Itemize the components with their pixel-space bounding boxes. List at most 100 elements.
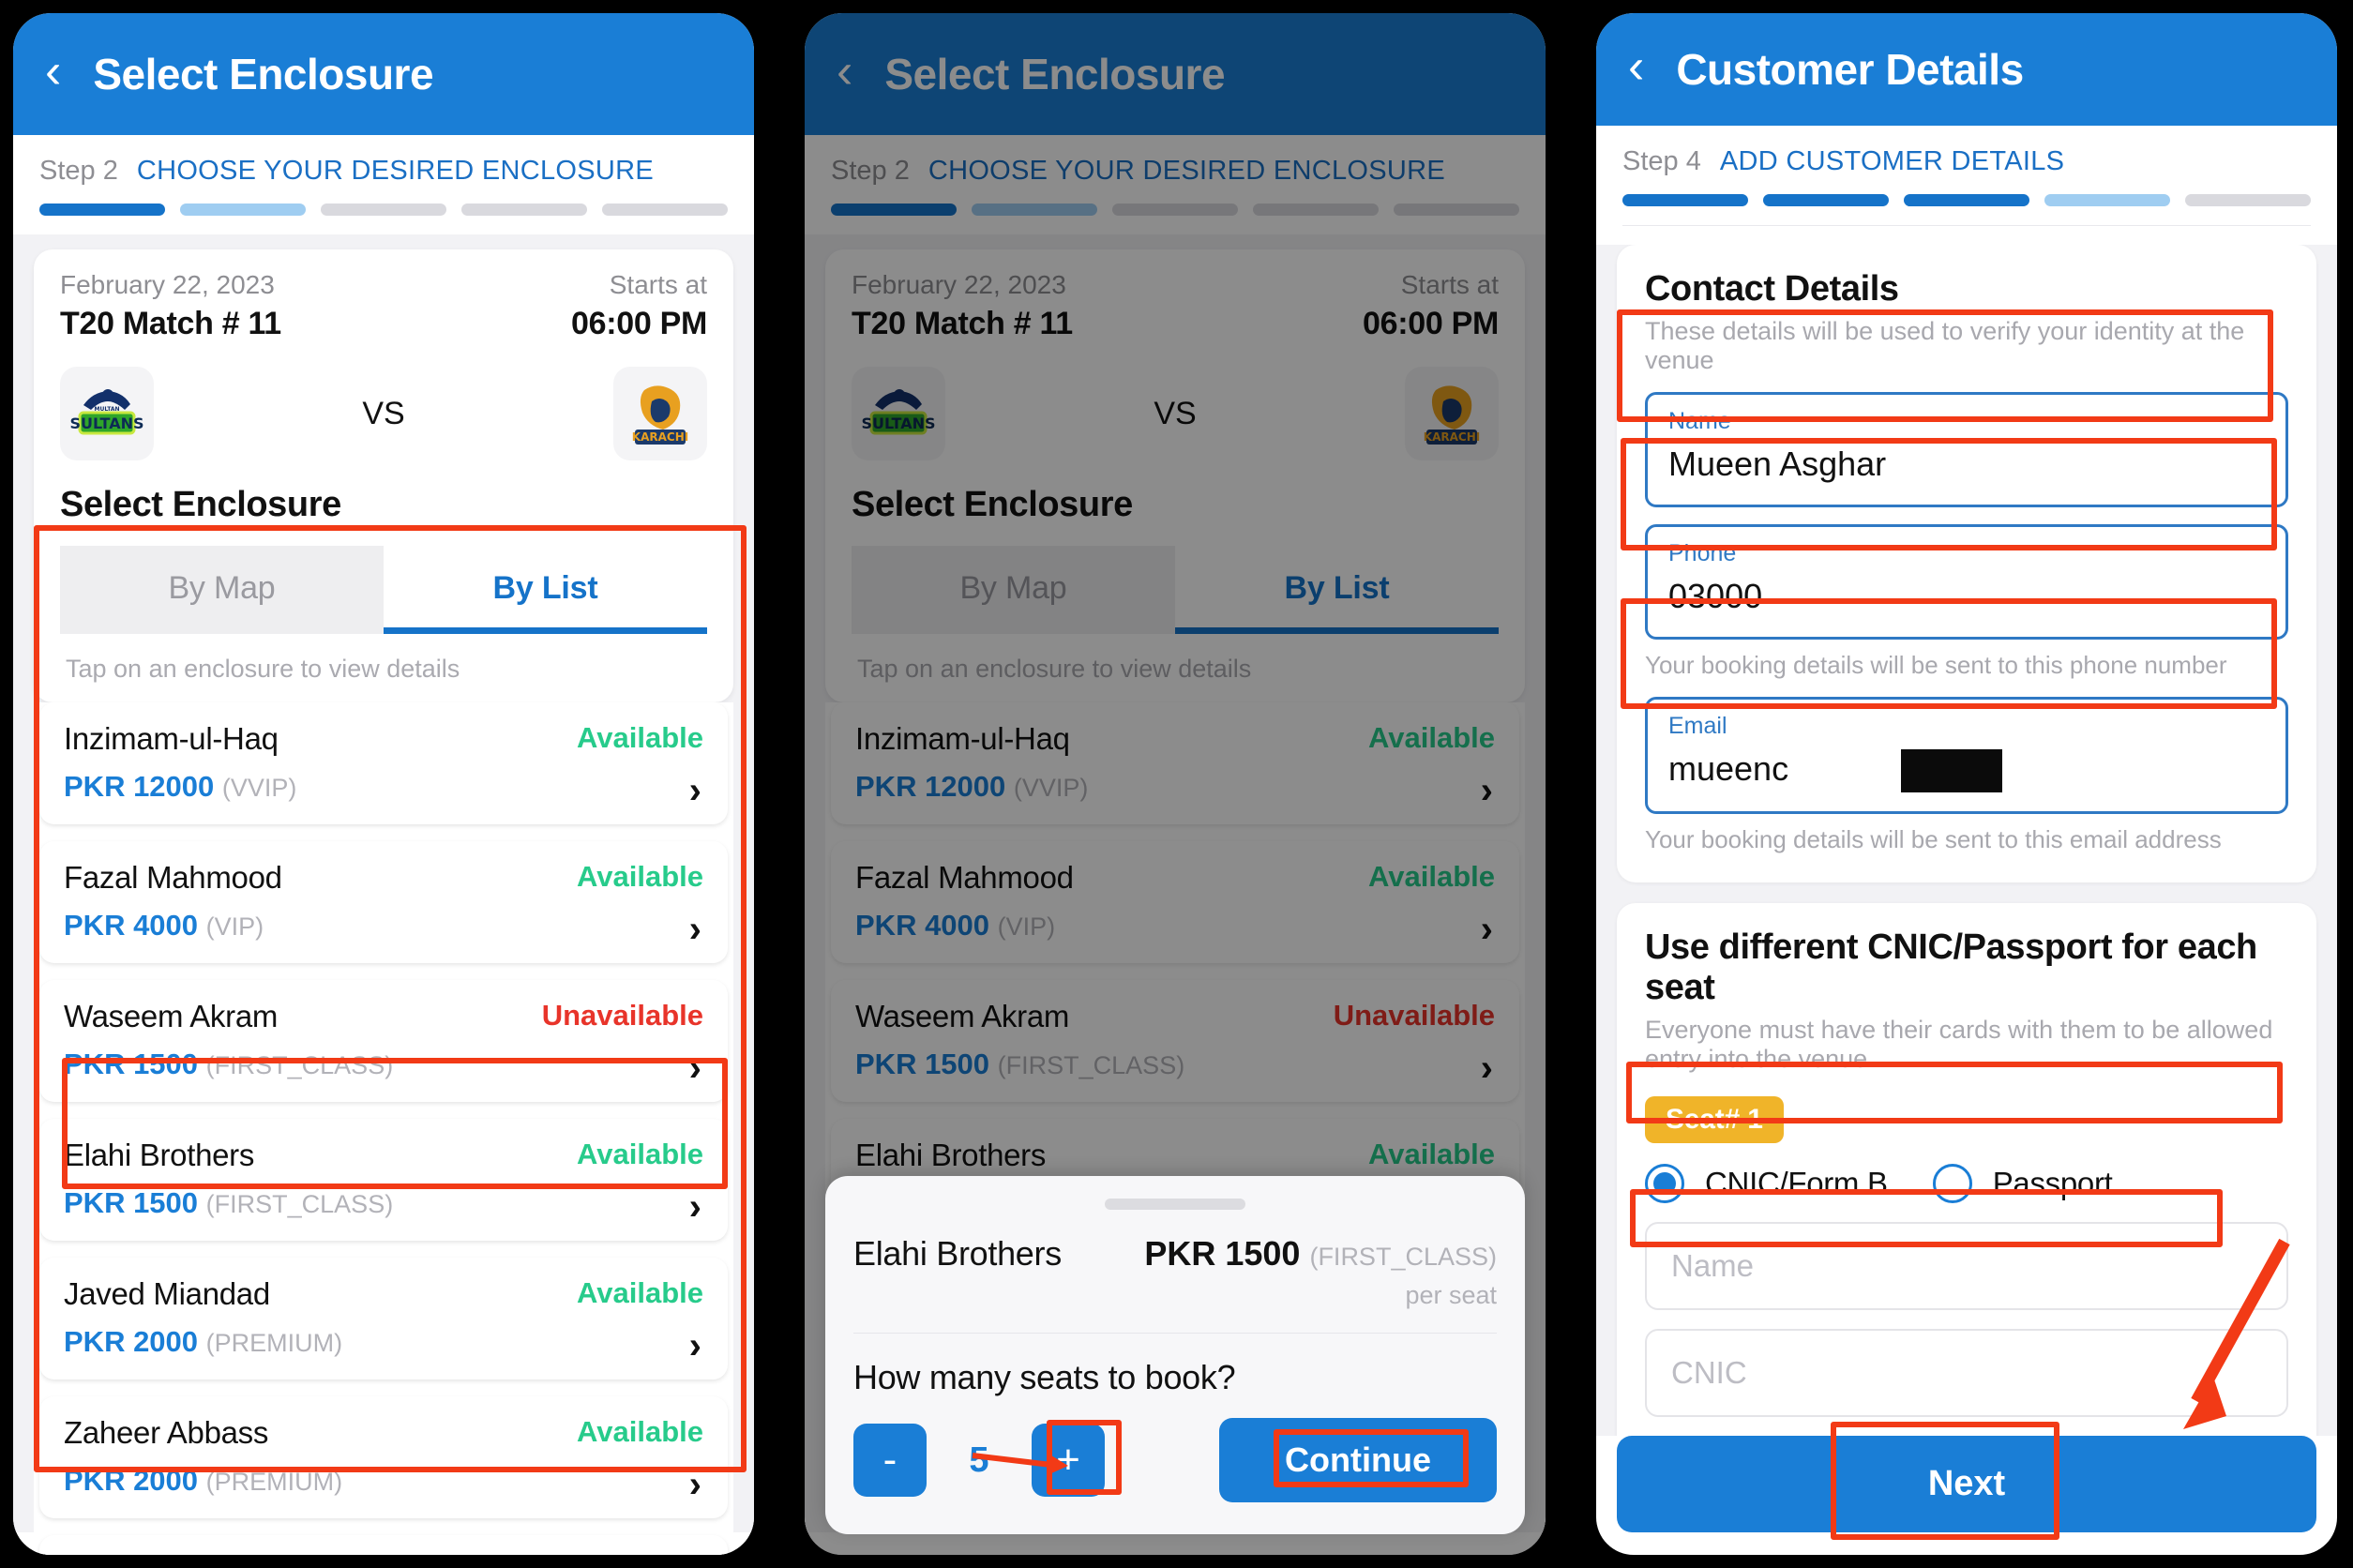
radio-label-cnic-seat-1: CNIC/Form B	[1705, 1166, 1888, 1201]
enclosure-row-zaheer[interactable]: Zaheer Abbass PKR 2000 (PREMIUM) Availab…	[39, 1396, 728, 1518]
tab-by-map[interactable]: By Map	[852, 546, 1175, 634]
name-field-value: Mueen Asghar	[1668, 445, 1887, 483]
progress-bar-4	[461, 204, 587, 216]
back-button-icon[interactable]: ‹	[45, 47, 61, 96]
vs-label: VS	[362, 395, 405, 431]
radio-cnic-seat-1[interactable]	[1645, 1164, 1684, 1204]
seat-1-name-input[interactable]: Name	[1645, 1222, 2288, 1311]
progress-bar-5	[1394, 204, 1519, 216]
seat-count-bottom-sheet: Elahi Brothers PKR 1500 (FIRST_CLASS) pe…	[825, 1176, 1525, 1534]
per-seat-label: per seat	[1405, 1281, 1497, 1309]
email-help-text: Your booking details will be sent to thi…	[1645, 825, 2222, 854]
price-value: PKR 2000	[64, 1325, 199, 1358]
email-field-label: Email	[1668, 713, 1727, 739]
status-badge: Available	[577, 1138, 703, 1170]
chevron-right-icon[interactable]: ›	[689, 1327, 701, 1364]
starts-at-label: Starts at	[609, 270, 707, 299]
match-title: T20 Match # 11	[852, 306, 1073, 341]
phone-field[interactable]: Phone 03000	[1645, 524, 2288, 640]
match-title: T20 Match # 11	[60, 306, 281, 341]
contact-details-subtext: These details will be used to verify you…	[1645, 317, 2245, 374]
screenshot-board: ‹ Select Enclosure Step 2 CHOOSE YOUR DE…	[0, 0, 2353, 1568]
radio-passport-seat-1[interactable]	[1932, 1164, 1972, 1204]
tab-by-map[interactable]: By Map	[60, 546, 384, 634]
sheet-enclosure-name: Elahi Brothers	[853, 1234, 1062, 1273]
sheet-drag-handle[interactable]	[1105, 1199, 1245, 1210]
svg-text:SULTANS: SULTANS	[69, 415, 143, 432]
phone-help-text: Your booking details will be sent to thi…	[1645, 651, 2227, 679]
page-title: Select Enclosure	[93, 50, 434, 98]
enclosure-row-waseem[interactable]: Waseem Akram PKR 1500 (FIRST_CLASS) Unav…	[831, 980, 1519, 1102]
redaction-block	[1901, 749, 2003, 793]
enclosure-price: PKR 1500 (FIRST_CLASS)	[64, 1186, 703, 1220]
progress-bars	[1622, 194, 2311, 206]
seat-1-cnic-input[interactable]: CNIC	[1645, 1329, 2288, 1418]
chevron-right-icon[interactable]: ›	[1481, 911, 1493, 948]
step-number: Step 2	[39, 156, 118, 186]
svg-text:KARACHI: KARACHI	[1424, 430, 1480, 444]
enclosure-row-fazal[interactable]: Fazal Mahmood PKR 4000 (VIP) Available ›	[39, 841, 728, 963]
progress-bar-3	[321, 204, 446, 216]
home-team-logo: SULTANS	[852, 367, 945, 460]
price-category: (VVIP)	[221, 774, 297, 802]
panel-1-scroll-body[interactable]: February 22, 2023 T20 Match # 11 Starts …	[13, 234, 754, 1555]
chevron-right-icon[interactable]: ›	[689, 772, 701, 809]
chevron-right-icon[interactable]: ›	[1481, 1049, 1493, 1087]
enclosure-price: PKR 12000 (VVIP)	[64, 770, 703, 804]
stepper-panel-2: Step 2 CHOOSE YOUR DESIRED ENCLOSURE	[805, 135, 1546, 234]
enclosure-price: PKR 2000 (PREMIUM)	[64, 1464, 703, 1498]
name-field[interactable]: Name Mueen Asghar	[1645, 392, 2288, 507]
sheet-price-category: (FIRST_CLASS)	[1309, 1243, 1497, 1271]
next-button[interactable]: Next	[1617, 1436, 2316, 1532]
multan-sultans-logo-icon: SULTANS	[858, 373, 939, 454]
match-card: February 22, 2023 T20 Match # 11 Starts …	[825, 249, 1525, 702]
enclosure-row-inzimam[interactable]: Inzimam-ul-Haq PKR 12000 (VVIP) Availabl…	[39, 702, 728, 824]
tab-by-list[interactable]: By List	[384, 546, 707, 634]
svg-text:KARACHI: KARACHI	[632, 430, 688, 444]
multan-sultans-logo-icon: SULTANS MULTAN	[67, 373, 147, 454]
enclosure-row-elahi[interactable]: Elahi Brothers PKR 1500 (FIRST_CLASS) Av…	[39, 1119, 728, 1241]
starts-at-label: Starts at	[1400, 270, 1499, 299]
home-team-logo: SULTANS MULTAN	[60, 367, 154, 460]
step-label: ADD CUSTOMER DETAILS	[1719, 146, 2065, 176]
chevron-right-icon[interactable]: ›	[1481, 772, 1493, 809]
increment-seats-button[interactable]: +	[1032, 1424, 1105, 1497]
price-category: (VVIP)	[1013, 774, 1089, 802]
panel-3-scroll-body[interactable]: Contact Details These details will be us…	[1596, 245, 2337, 1436]
contact-details-heading: Contact Details	[1645, 269, 1899, 309]
cnic-section-card: Use different CNIC/Passport for each sea…	[1617, 903, 2316, 1436]
enclosure-row-waseem[interactable]: Waseem Akram PKR 1500 (FIRST_CLASS) Unav…	[39, 980, 728, 1102]
chevron-right-icon[interactable]: ›	[689, 1466, 701, 1503]
email-field-value: mueenc	[1668, 749, 2265, 793]
seat-1-id-type-group: CNIC/Form B Passport	[1645, 1164, 2288, 1204]
back-button-icon[interactable]: ‹	[837, 47, 852, 96]
contact-details-card: Contact Details These details will be us…	[1617, 245, 2316, 883]
chevron-right-icon[interactable]: ›	[689, 1049, 701, 1087]
stepper-panel-3: Step 4 ADD CUSTOMER DETAILS	[1596, 126, 2337, 245]
stepper-divider	[1622, 225, 2311, 226]
decrement-seats-button[interactable]: -	[853, 1424, 927, 1497]
price-value: PKR 2000	[64, 1464, 199, 1497]
price-category: (FIRST_CLASS)	[205, 1051, 394, 1079]
enclosure-price: PKR 1500 (FIRST_CLASS)	[855, 1048, 1495, 1081]
email-field[interactable]: Email mueenc	[1645, 697, 2288, 815]
price-value: PKR 4000	[64, 909, 199, 942]
progress-bars	[831, 204, 1519, 216]
enclosure-row-javed[interactable]: Javed Miandad PKR 2000 (PREMIUM) Availab…	[39, 1258, 728, 1380]
cnic-section-heading: Use different CNIC/Passport for each sea…	[1645, 927, 2257, 1008]
tab-by-list[interactable]: By List	[1175, 546, 1499, 634]
enclosure-row-mushtaq[interactable]: Mushtaq Ahmed Unavailable	[39, 1535, 728, 1555]
enclosure-row-inzimam[interactable]: Inzimam-ul-Haq PKR 12000 (VVIP) Availabl…	[831, 702, 1519, 824]
price-category: (FIRST_CLASS)	[997, 1051, 1185, 1079]
back-button-icon[interactable]: ‹	[1628, 42, 1644, 91]
enclosure-row-fazal[interactable]: Fazal Mahmood PKR 4000 (VIP) Available ›	[831, 841, 1519, 963]
phone-field-value: 03000	[1668, 577, 1763, 615]
price-category: (VIP)	[997, 912, 1056, 941]
continue-button[interactable]: Continue	[1219, 1418, 1497, 1502]
chevron-right-icon[interactable]: ›	[689, 1188, 701, 1226]
chevron-right-icon[interactable]: ›	[689, 911, 701, 948]
phone-panel-3: ‹ Customer Details Step 4 ADD CUSTOMER D…	[1596, 13, 2337, 1555]
progress-bar-5	[602, 204, 728, 216]
enclosure-price: PKR 4000 (VIP)	[64, 909, 703, 942]
karachi-kings-logo-icon: KARACHI	[1410, 373, 1492, 454]
